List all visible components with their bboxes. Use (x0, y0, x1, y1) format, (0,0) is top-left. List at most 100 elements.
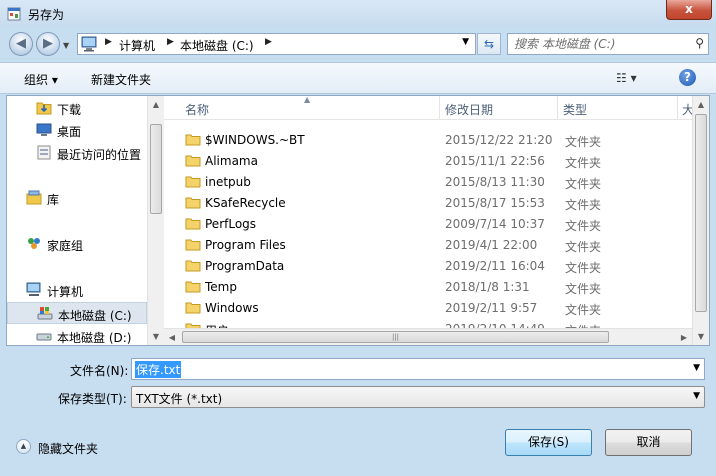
hide-folders-label[interactable]: 隐藏文件夹 (38, 440, 98, 457)
folder-icon (185, 197, 201, 209)
folder-icon (185, 281, 201, 293)
drive-icon (36, 333, 52, 341)
breadcrumb-drive-c[interactable]: 本地磁盘 (C:) (180, 37, 254, 54)
file-type: 文件夹 (565, 156, 602, 170)
breadcrumb-separator-icon[interactable]: ▶ (105, 37, 112, 47)
save-as-dialog: 另存为 x ◀ ▶ ▼ ▶ 计算机 ▶ 本地磁盘 (C:) ▶ ▼ ⇆ ⚲ (0, 0, 716, 476)
file-list-horizontal-scrollbar[interactable]: ◀ ||| ▶ (164, 328, 693, 345)
close-icon: x (685, 2, 693, 16)
breadcrumb-computer[interactable]: 计算机 (119, 37, 155, 54)
search-box[interactable]: ⚲ (507, 33, 709, 55)
file-row[interactable]: $WINDOWS.~BT 2015/12/22 21:20 文件夹 (164, 129, 694, 150)
view-options-icon[interactable]: ☷ ▾ (616, 71, 637, 85)
nav-item-drive-d[interactable]: 本地磁盘 (D:) (7, 325, 147, 345)
column-name[interactable]: 名称 (185, 101, 209, 118)
folder-icon (185, 134, 201, 146)
file-name: Program Files (205, 238, 286, 252)
recent-locations-dropdown[interactable]: ▼ (63, 41, 69, 50)
nav-item-recent-places[interactable]: 最近访问的位置 (7, 142, 147, 164)
scroll-down-icon[interactable]: ▼ (148, 328, 164, 345)
search-icon[interactable]: ⚲ (695, 36, 704, 50)
address-dropdown-icon[interactable]: ▼ (462, 37, 469, 47)
file-row[interactable]: ProgramData 2019/2/11 16:04 文件夹 (164, 255, 694, 276)
nav-item-drive-c[interactable]: 本地磁盘 (C:) (7, 302, 147, 324)
back-arrow-icon: ◀ (16, 36, 26, 51)
forward-button[interactable]: ▶ (36, 32, 60, 56)
breadcrumb-separator-icon[interactable]: ▶ (167, 37, 174, 47)
file-row[interactable]: Alimama 2015/11/1 22:56 文件夹 (164, 150, 694, 171)
scroll-up-icon[interactable]: ▲ (148, 96, 164, 113)
file-name: Windows (205, 301, 259, 315)
column-divider[interactable] (677, 96, 678, 120)
address-bar[interactable]: ▶ 计算机 ▶ 本地磁盘 (C:) ▶ ▼ (77, 33, 476, 55)
file-row[interactable]: inetpub 2015/8/13 11:30 文件夹 (164, 171, 694, 192)
file-type: 文件夹 (565, 282, 602, 296)
nav-scroll-thumb[interactable] (150, 124, 162, 214)
file-type: 文件夹 (565, 198, 602, 212)
nav-scrollbar[interactable]: ▲ ▼ (147, 96, 164, 345)
nav-item-homegroup[interactable]: 家庭组 (7, 233, 147, 255)
help-icon[interactable]: ? (679, 69, 696, 86)
refresh-button[interactable]: ⇆ (477, 33, 501, 55)
nav-item-desktop[interactable]: 桌面 (7, 119, 147, 141)
filename-field[interactable]: 保存.txt ▼ (131, 358, 705, 380)
horizontal-scroll-thumb[interactable]: ||| (182, 331, 609, 343)
file-row[interactable]: Program Files 2019/4/1 22:00 文件夹 (164, 234, 694, 255)
column-type[interactable]: 类型 (563, 101, 587, 118)
back-button[interactable]: ◀ (9, 32, 33, 56)
cancel-button[interactable]: 取消 (605, 429, 692, 456)
file-name: inetpub (205, 175, 251, 189)
address-row: ◀ ▶ ▼ ▶ 计算机 ▶ 本地磁盘 (C:) ▶ ▼ ⇆ ⚲ (0, 28, 716, 60)
search-input[interactable] (514, 36, 684, 52)
filetype-value: TXT文件 (*.txt) (136, 392, 223, 406)
column-modified[interactable]: 修改日期 (445, 101, 493, 118)
column-divider[interactable] (439, 96, 440, 120)
scroll-right-icon[interactable]: ▶ (676, 329, 692, 345)
file-date: 2009/7/14 10:37 (445, 217, 545, 231)
library-icon (26, 190, 42, 205)
nav-item-label: 计算机 (47, 285, 84, 299)
organize-menu[interactable]: 组织 ▾ (24, 71, 58, 88)
nav-item-label: 本地磁盘 (D:) (57, 331, 132, 345)
browser-pane: 下载 桌面 最近访问的位置 库 家庭组 计算机 本地磁盘 (C:) 本地磁盘 (… (6, 95, 710, 346)
file-row[interactable]: Temp 2018/1/8 1:31 文件夹 (164, 276, 694, 297)
nav-item-computer[interactable]: 计算机 (7, 279, 147, 301)
file-name: $WINDOWS.~BT (205, 133, 305, 147)
file-row[interactable]: KSafeRecycle 2015/8/17 15:53 文件夹 (164, 192, 694, 213)
file-name: ProgramData (205, 259, 285, 273)
chevron-up-icon[interactable]: ▲ (16, 439, 31, 454)
file-name: Alimama (205, 154, 258, 168)
file-type: 文件夹 (565, 303, 602, 317)
refresh-icon: ⇆ (483, 37, 495, 51)
folder-icon (185, 260, 201, 272)
system-drive-icon (37, 307, 53, 320)
save-button[interactable]: 保存(S) (505, 429, 592, 456)
file-list-vertical-scrollbar[interactable]: ▲ ▼ (692, 96, 709, 345)
file-scroll-thumb[interactable] (695, 114, 707, 312)
folder-icon (185, 218, 201, 230)
scroll-down-icon[interactable]: ▼ (693, 328, 709, 345)
file-date: 2015/12/22 21:20 (445, 133, 553, 147)
filename-value[interactable]: 保存.txt (135, 361, 182, 378)
file-name: Temp (205, 280, 237, 294)
new-folder-button[interactable]: 新建文件夹 (91, 71, 151, 88)
filename-dropdown-icon[interactable]: ▼ (693, 363, 700, 373)
file-date: 2015/8/13 11:30 (445, 175, 545, 189)
nav-item-label: 下载 (57, 103, 82, 117)
scroll-left-icon[interactable]: ◀ (164, 329, 180, 345)
nav-item-downloads[interactable]: 下载 (7, 97, 147, 119)
filetype-dropdown-icon[interactable]: ▼ (693, 391, 700, 401)
folder-icon (185, 176, 201, 188)
column-header-row: ▲ 名称 修改日期 类型 大 (164, 96, 709, 120)
scroll-up-icon[interactable]: ▲ (693, 96, 709, 113)
file-date: 2015/11/1 22:56 (445, 154, 545, 168)
column-divider[interactable] (557, 96, 558, 120)
nav-item-libraries[interactable]: 库 (7, 187, 147, 209)
file-row[interactable]: Windows 2019/2/11 9:57 文件夹 (164, 297, 694, 318)
folder-icon (185, 239, 201, 251)
close-button[interactable]: x (666, 0, 712, 20)
recent-places-icon (37, 145, 51, 160)
filetype-select[interactable]: TXT文件 (*.txt) ▼ (131, 386, 705, 408)
file-row[interactable]: PerfLogs 2009/7/14 10:37 文件夹 (164, 213, 694, 234)
breadcrumb-separator-icon[interactable]: ▶ (265, 37, 272, 47)
